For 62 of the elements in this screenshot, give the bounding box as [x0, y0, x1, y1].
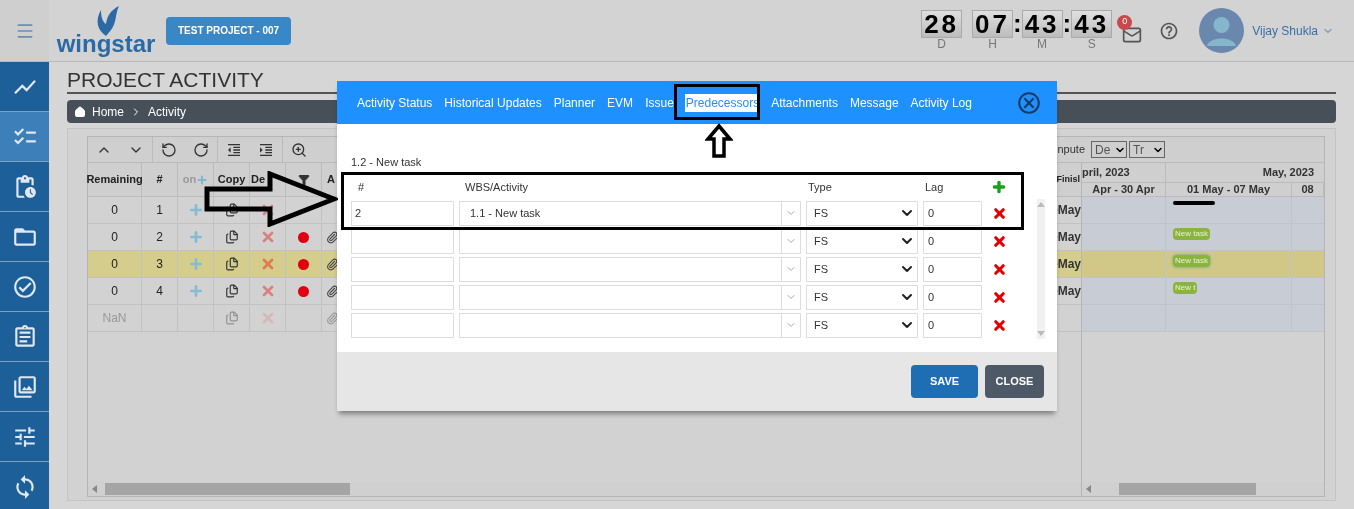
project-button[interactable]: TEST PROJECT - 007: [166, 16, 292, 45]
table-cell-text: 4: [156, 283, 163, 300]
logo-text: wingstar: [56, 31, 156, 56]
close-button[interactable]: CLOSE: [985, 365, 1044, 398]
lag-field[interactable]: 0: [923, 312, 982, 338]
table-cell[interactable]: 0: [88, 278, 142, 304]
table-cell-text: -May: [1055, 229, 1081, 246]
type-select[interactable]: FS: [806, 256, 918, 282]
save-button[interactable]: SAVE: [911, 365, 978, 398]
type-select[interactable]: FS: [806, 284, 918, 310]
table-cell-text: -May: [1055, 202, 1081, 219]
week-label: 01 May - 07 May: [1186, 183, 1271, 196]
activity-dropdown[interactable]: 1.1 - New task: [459, 200, 801, 226]
table-cell[interactable]: 0: [88, 197, 142, 223]
page-title: PROJECT ACTIVITY: [67, 68, 264, 92]
countdown-unit: S: [1087, 38, 1096, 51]
week-label: Apr - 30 Apr: [1092, 183, 1155, 196]
table-cell[interactable]: 0: [88, 224, 142, 250]
lag-field[interactable]: 0: [923, 284, 982, 310]
countdown-unit: M: [1037, 38, 1048, 51]
table-cell[interactable]: 0: [88, 251, 142, 277]
type-select[interactable]: FS: [806, 312, 918, 338]
time-separator: :: [1062, 10, 1072, 36]
modal-subtitle: 1.2 - New task: [351, 155, 423, 169]
month-label: May, 2023: [1262, 165, 1314, 181]
column-header: Finisl: [1056, 172, 1081, 186]
column-header: De: [251, 172, 266, 188]
id-field[interactable]: 2: [351, 200, 454, 226]
week-label: 08: [1301, 183, 1314, 196]
user-menu[interactable]: Vijay Shukla: [1252, 21, 1334, 40]
time-separator: :: [1013, 10, 1022, 36]
type-select[interactable]: FS: [806, 228, 918, 254]
table-cell-text: -May: [1055, 283, 1081, 300]
column-header: A: [327, 172, 335, 188]
breadcrumb-link[interactable]: Home: [92, 102, 124, 121]
table-cell-text: 2: [156, 229, 163, 246]
lag-field[interactable]: 0: [923, 256, 982, 282]
lag-field[interactable]: 0: [923, 228, 982, 254]
column-header: #: [156, 172, 163, 188]
countdown-value: 43: [1021, 10, 1063, 38]
countdown-value: 28: [921, 10, 963, 38]
table-cell-text: 1: [156, 202, 163, 219]
countdown-unit: H: [988, 38, 997, 51]
countdown-value: 07: [972, 10, 1013, 38]
column-header: Remaining: [86, 172, 143, 188]
column-header: Type: [807, 179, 833, 195]
select-dropdown[interactable]: Tr: [1129, 141, 1165, 158]
column-header: #: [357, 179, 366, 195]
column-header: WBS/Activity: [464, 179, 529, 195]
toolbar-label: npute: [1057, 142, 1085, 158]
table-cell-text: -May: [1055, 256, 1081, 273]
countdown-value: 43: [1071, 10, 1113, 38]
month-label: pril, 2023: [1082, 165, 1130, 181]
notification-badge: 0: [1117, 14, 1133, 30]
select-dropdown[interactable]: De: [1091, 141, 1127, 158]
breadcrumb-link[interactable]: Activity: [148, 102, 187, 121]
column-header: Copy: [217, 172, 246, 188]
countdown-unit: D: [937, 38, 946, 51]
type-select[interactable]: FS: [806, 200, 918, 226]
table-cell-text: 3: [156, 256, 163, 273]
column-header: Lag: [924, 179, 945, 195]
lag-field[interactable]: 0: [923, 200, 982, 226]
